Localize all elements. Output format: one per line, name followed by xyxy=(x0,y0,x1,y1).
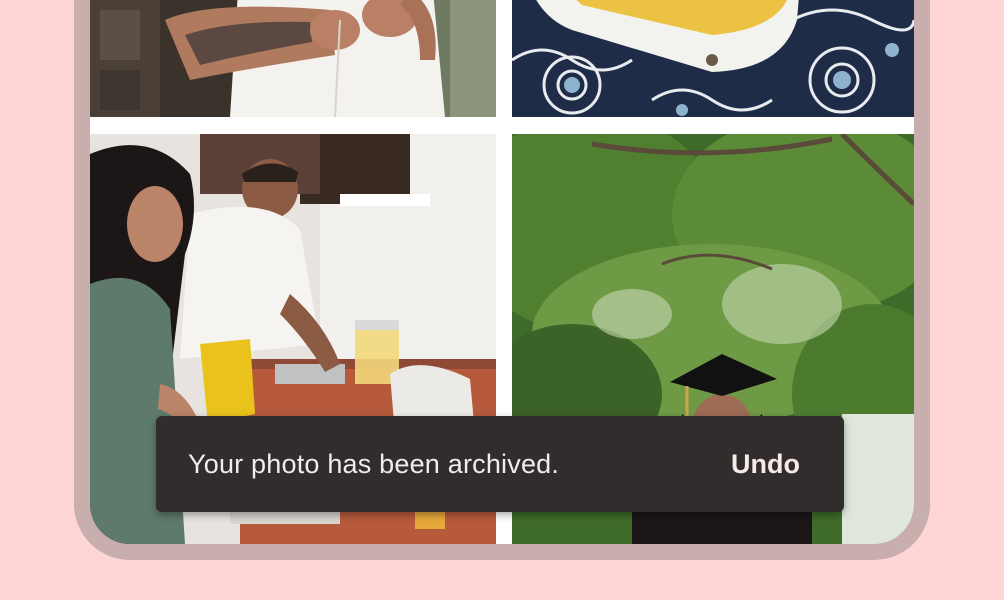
photo-tattooed-arms[interactable] xyxy=(90,0,496,117)
photo-chips-bowl[interactable] xyxy=(512,0,914,117)
snackbar: Your photo has been archived. Undo xyxy=(156,416,844,512)
undo-button[interactable]: Undo xyxy=(731,449,800,480)
snackbar-message: Your photo has been archived. xyxy=(188,448,560,479)
